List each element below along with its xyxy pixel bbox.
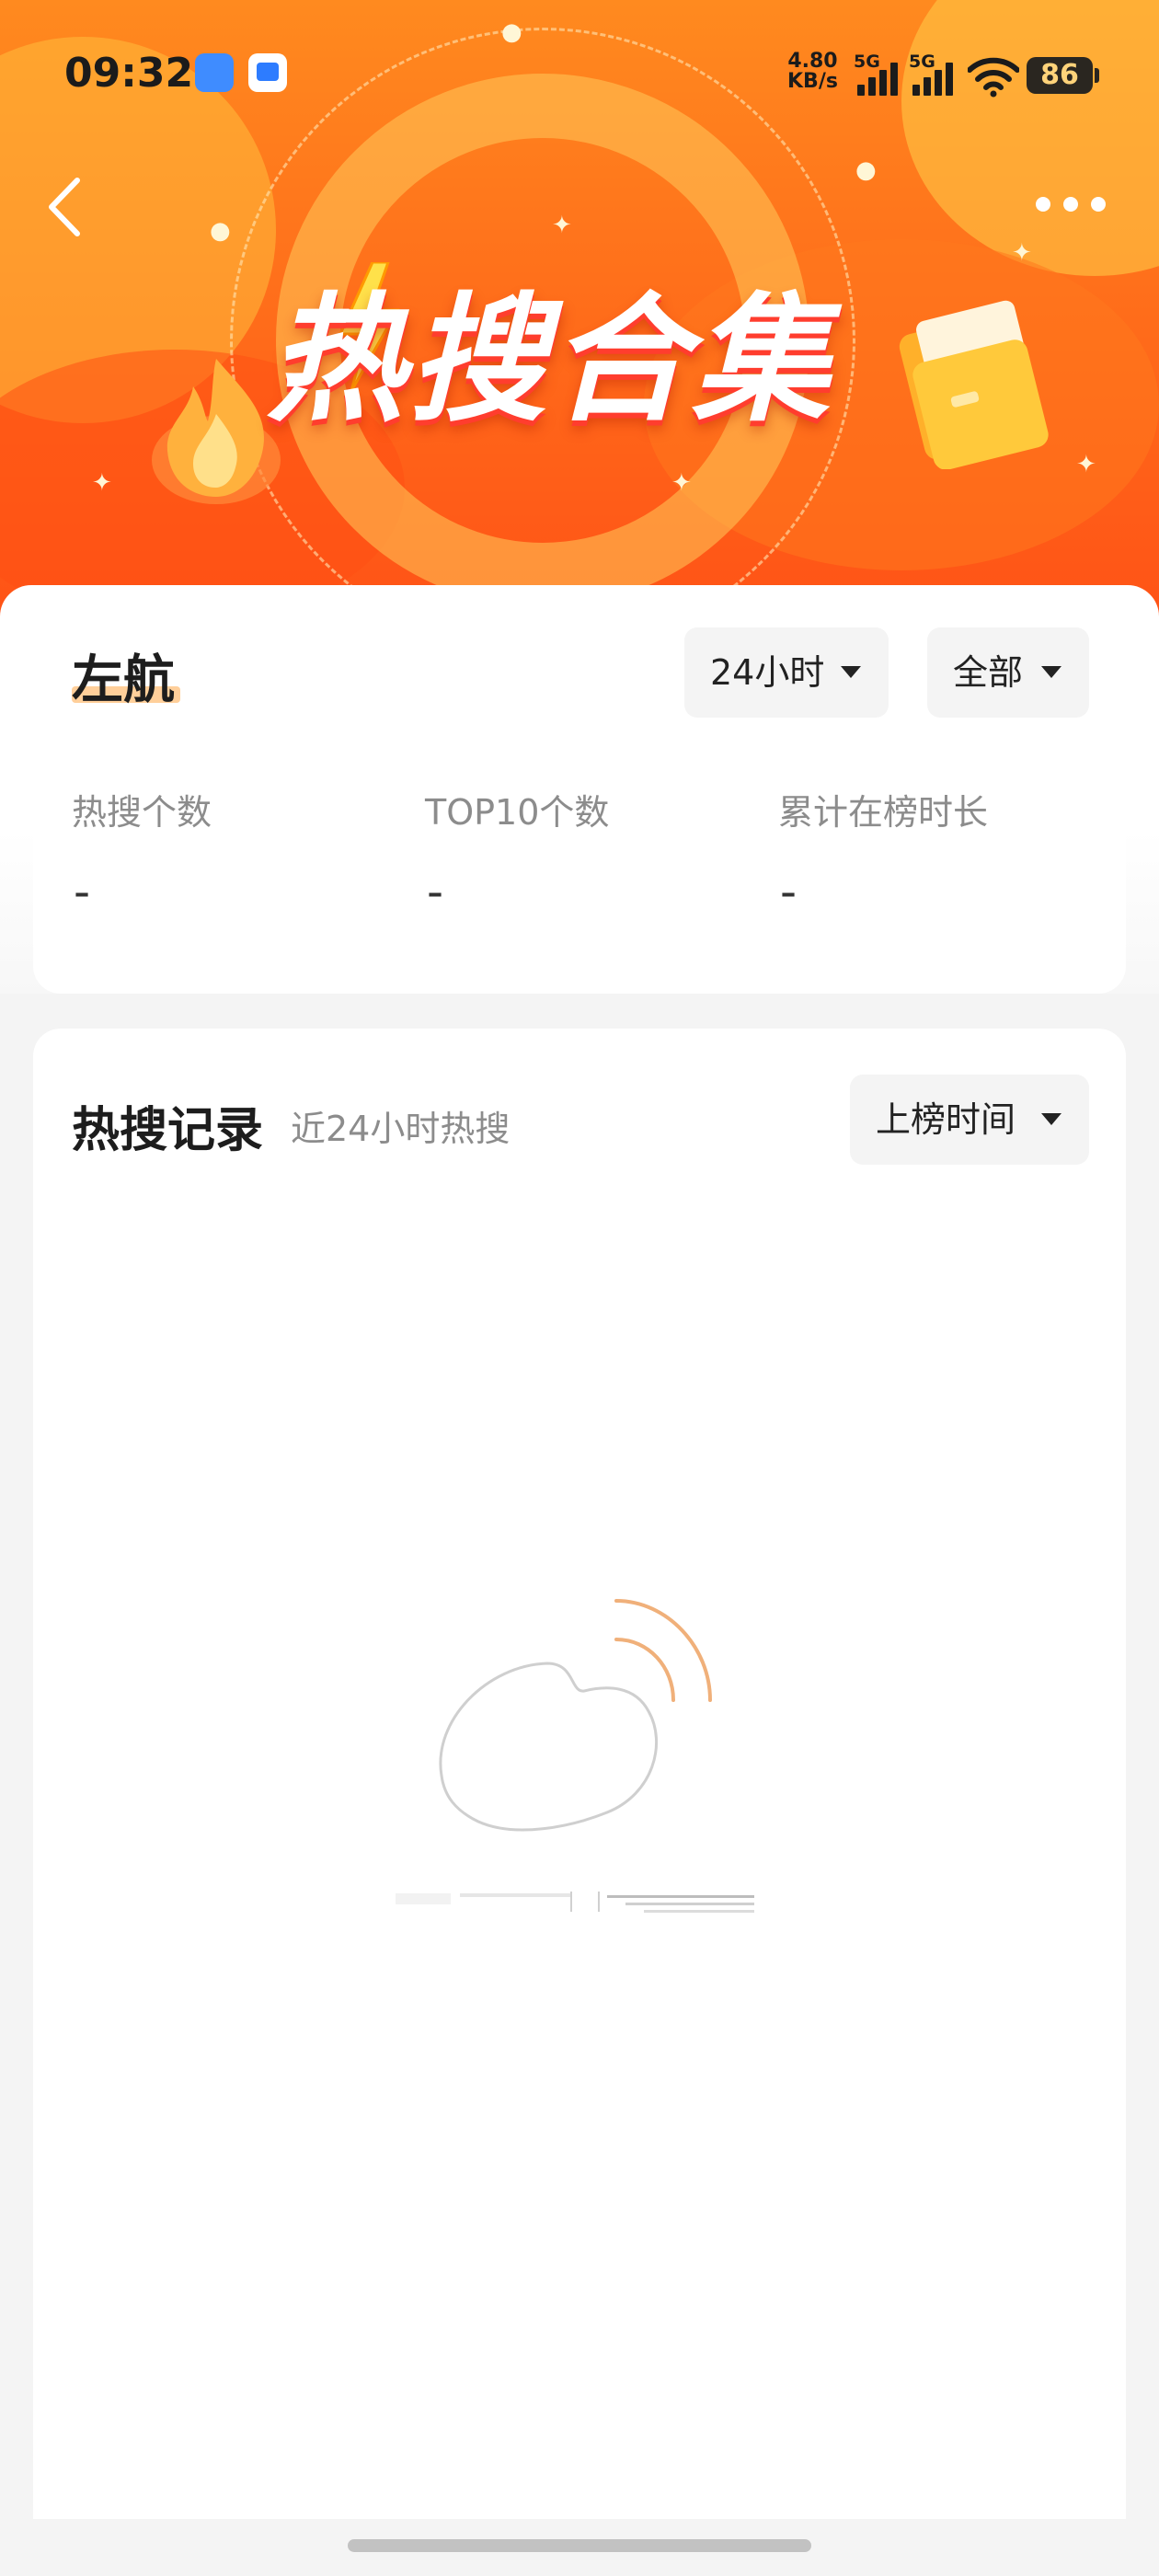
caret-down-icon (1041, 1113, 1061, 1125)
sparkle-icon: ✦ (1012, 239, 1032, 267)
sort-label: 上榜时间 (876, 1099, 1016, 1140)
battery-indicator: 86 (1027, 57, 1099, 94)
person-name-block: 左航 (72, 638, 180, 713)
stat-label-total-duration: 累计在榜时长 (778, 792, 989, 833)
more-dots-icon[interactable] (1030, 190, 1113, 217)
chevron-left-icon[interactable] (42, 175, 88, 239)
time-filter-label: 24小时 (710, 652, 825, 693)
sparkle-icon: ✦ (552, 212, 572, 239)
sparkle-icon: ● (210, 217, 231, 245)
network-speed-value: 4.80 (787, 50, 838, 73)
folder-icon (899, 300, 1049, 469)
scope-filter-label: 全部 (953, 652, 1024, 693)
sparkle-icon: ● (855, 156, 877, 184)
network-speed: 4.80 KB/s (787, 52, 838, 92)
time-filter-dropdown[interactable]: 24小时 (684, 627, 889, 718)
signal-icon: 5G (854, 52, 903, 96)
notification-app-icon (248, 53, 287, 92)
records-title: 热搜记录 (72, 1103, 264, 1158)
stat-value-hot-count: - (74, 865, 91, 918)
person-name: 左航 (72, 650, 175, 710)
caret-down-icon (841, 666, 861, 678)
sparkle-icon: ✦ (1076, 451, 1096, 478)
banner-decoration (901, 0, 1159, 276)
home-indicator[interactable] (348, 2539, 811, 2552)
signal-type: 5G (909, 52, 935, 72)
banner-title: 热搜合集 (267, 281, 834, 441)
header-banner: ● ● ✦ ✦ ✦ ✦ ✦ ● 热搜合集 09:32 4.80 KB/s 5G … (0, 0, 1159, 626)
stat-value-top10-count: - (427, 865, 444, 918)
sparkle-icon: ✦ (92, 469, 112, 497)
caret-down-icon (1041, 666, 1061, 678)
stat-value-total-duration: - (780, 865, 798, 918)
network-speed-unit: KB/s (787, 70, 838, 93)
stat-label-top10-count: TOP10个数 (425, 792, 610, 833)
records-subtitle: 近24小时热搜 (291, 1109, 511, 1149)
status-time: 09:32 (64, 50, 194, 97)
signal-type: 5G (854, 52, 880, 72)
signal-icon: 5G (909, 52, 958, 96)
sort-dropdown[interactable]: 上榜时间 (850, 1075, 1089, 1165)
wifi-icon (968, 57, 1019, 98)
sparkle-icon: ✦ (671, 469, 692, 497)
stat-label-hot-count: 热搜个数 (72, 792, 212, 833)
sparkle-icon: ● (501, 18, 522, 46)
scope-filter-dropdown[interactable]: 全部 (927, 627, 1089, 718)
notification-app-icon (195, 53, 234, 92)
loading-placeholder-icon (396, 1599, 754, 1913)
flame-icon (152, 359, 281, 504)
